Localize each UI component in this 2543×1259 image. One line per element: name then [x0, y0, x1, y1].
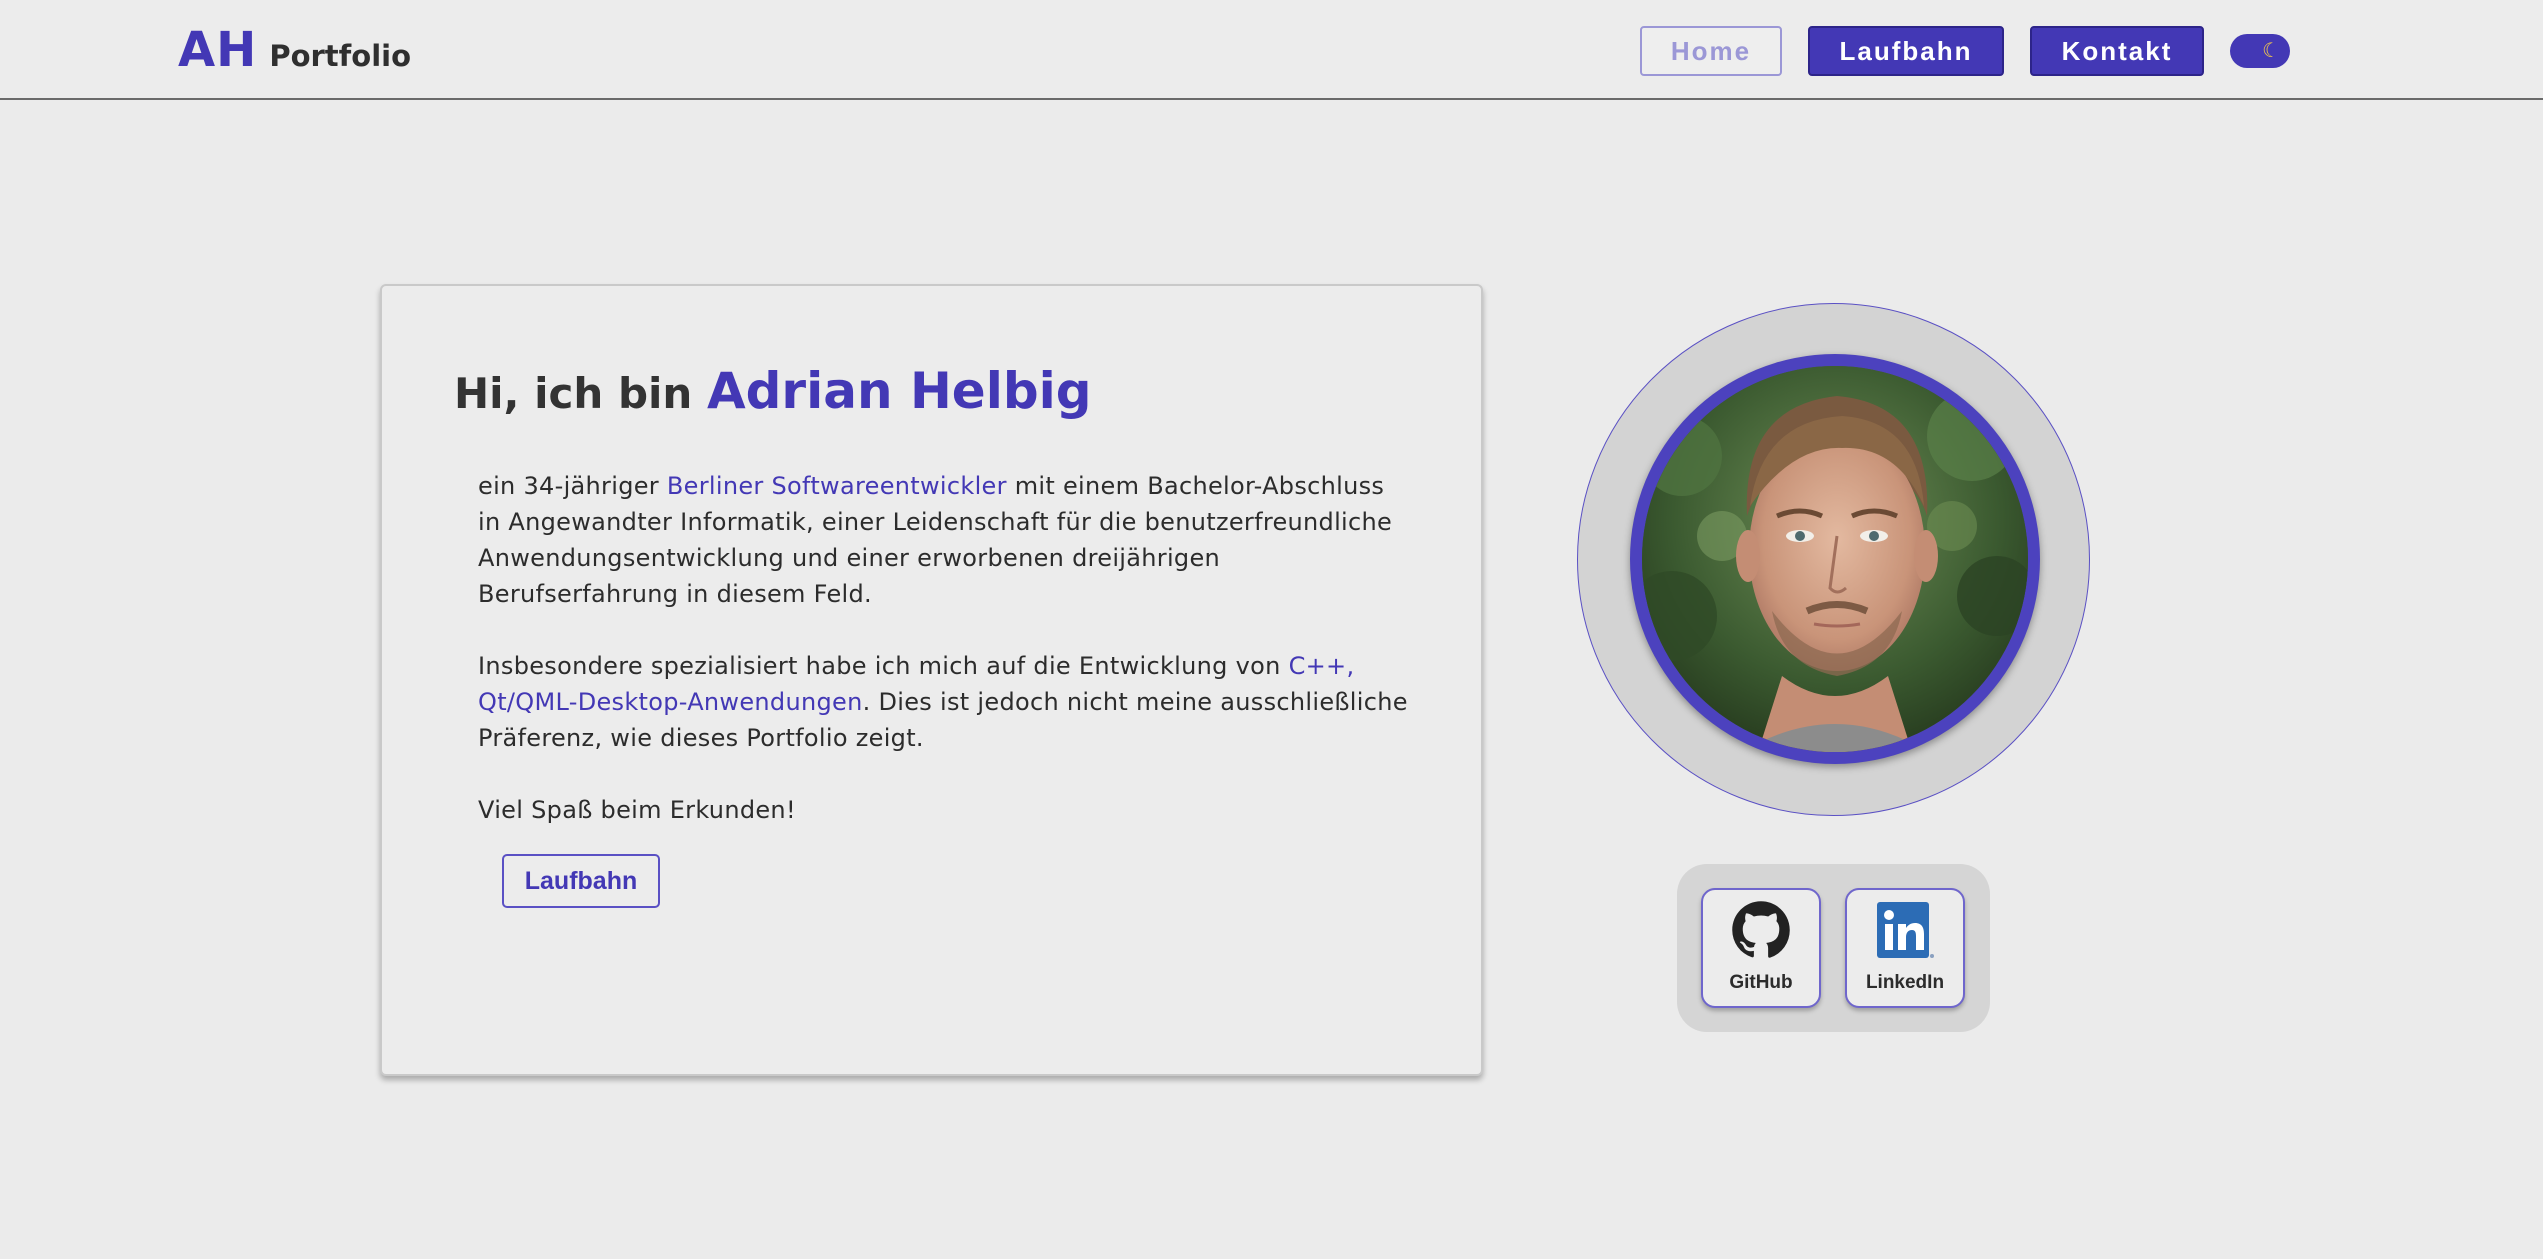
github-link-button[interactable]: GitHub	[1701, 888, 1821, 1008]
intro-card: Hi, ich bin Adrian Helbig ein 34-jährige…	[380, 284, 1483, 1076]
intro-paragraph-2: Insbesondere spezialisiert habe ich mich…	[478, 648, 1408, 756]
portrait-photo	[1642, 366, 2028, 752]
github-label: GitHub	[1729, 972, 1793, 993]
nav-laufbahn-button[interactable]: Laufbahn	[1808, 26, 2004, 76]
nav-kontakt-button[interactable]: Kontakt	[2030, 26, 2204, 76]
linkedin-icon	[1877, 902, 1934, 958]
theme-toggle[interactable]: ☾	[2230, 34, 2290, 68]
moon-icon: ☾	[2262, 40, 2280, 62]
linkedin-link-button[interactable]: LinkedIn	[1845, 888, 1965, 1008]
greeting-prefix: Hi, ich bin	[454, 369, 707, 418]
intro-p1-highlight: Berliner Softwareentwickler	[666, 472, 1007, 500]
portrait-frame	[1577, 303, 2090, 816]
portrait-illustration	[1642, 366, 2028, 752]
github-icon	[1732, 901, 1790, 958]
intro-p1-text-a: ein 34-jähriger	[478, 472, 667, 500]
logo-text: Portfolio	[269, 39, 412, 73]
main-nav: Home Laufbahn Kontakt ☾	[1640, 26, 2290, 76]
nav-home-button[interactable]: Home	[1640, 26, 1782, 76]
logo-mark: AH	[178, 22, 258, 78]
name-highlight: Adrian Helbig	[706, 362, 1092, 420]
laufbahn-button[interactable]: Laufbahn	[502, 854, 660, 908]
intro-p2-text-a: Insbesondere spezialisiert habe ich mich…	[478, 652, 1289, 680]
intro-paragraph-1: ein 34-jähriger Berliner Softwareentwick…	[478, 468, 1408, 612]
greeting-heading: Hi, ich bin Adrian Helbig	[454, 362, 1092, 420]
portrait-ring	[1630, 354, 2040, 764]
linkedin-label: LinkedIn	[1865, 972, 1945, 993]
site-header: AH Portfolio Home Laufbahn Kontakt ☾	[0, 0, 2543, 100]
social-links: GitHub LinkedIn	[1677, 864, 1990, 1032]
intro-paragraph-3: Viel Spaß beim Erkunden!	[478, 796, 796, 824]
site-logo[interactable]: AH Portfolio	[178, 22, 411, 78]
